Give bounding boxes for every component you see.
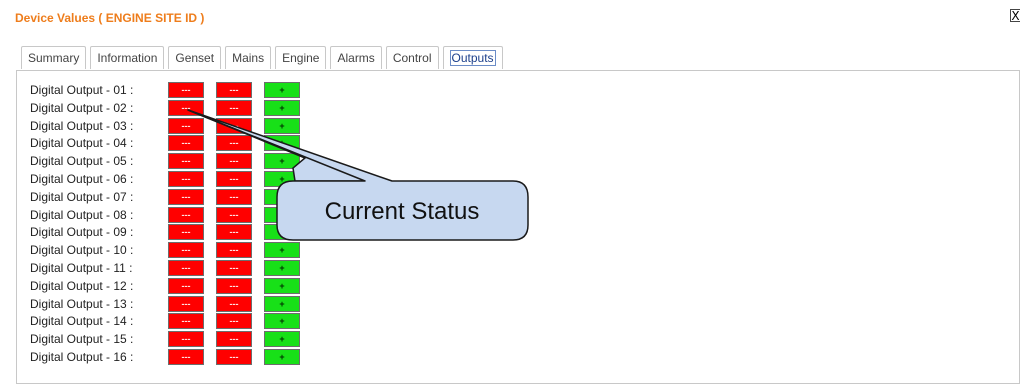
tab-bar: Summary Information Genset Mains Engine … — [21, 46, 507, 70]
output-state-off-1: --- — [168, 135, 204, 152]
output-state-on: + — [264, 259, 300, 276]
output-state-off-2: --- — [216, 242, 252, 259]
output-state-off-2: --- — [216, 188, 252, 205]
tab-mains[interactable]: Mains — [225, 46, 272, 69]
output-state-on: + — [264, 242, 300, 259]
output-state-off-1: --- — [168, 99, 204, 116]
output-label: Digital Output - 06 : — [30, 171, 134, 186]
output-state-off-1: --- — [168, 331, 204, 348]
output-state-off-2: --- — [216, 153, 252, 170]
output-state-on: + — [264, 153, 300, 170]
output-state-on: + — [264, 295, 300, 312]
output-state-on: + — [264, 313, 300, 330]
output-state-off-2: --- — [216, 277, 252, 294]
output-state-off-1: --- — [168, 224, 204, 241]
output-state-off-1: --- — [168, 153, 204, 170]
output-state-on: + — [264, 331, 300, 348]
callout-text: Current Status — [324, 198, 480, 225]
output-label: Digital Output - 02 : — [30, 100, 134, 115]
output-label: Digital Output - 14 : — [30, 314, 134, 329]
output-state-off-2: --- — [216, 259, 252, 276]
output-state-off-2: --- — [216, 224, 252, 241]
output-state-on: + — [264, 99, 300, 116]
output-label: Digital Output - 08 : — [30, 207, 134, 222]
tab-summary[interactable]: Summary — [21, 46, 87, 69]
output-state-off-1: --- — [168, 348, 204, 365]
output-state-off-1: --- — [168, 277, 204, 294]
output-state-off-1: --- — [168, 170, 204, 187]
output-state-off-1: --- — [168, 295, 204, 312]
output-label: Digital Output - 12 : — [30, 278, 134, 293]
output-state-off-1: --- — [168, 117, 204, 134]
output-state-off-1: --- — [168, 188, 204, 205]
output-label: Digital Output - 11 : — [30, 260, 133, 275]
output-state-off-1: --- — [168, 313, 204, 330]
output-state-on: + — [264, 82, 300, 98]
tab-genset[interactable]: Genset — [168, 46, 222, 69]
output-state-on: + — [264, 277, 300, 294]
output-state-off-2: --- — [216, 313, 252, 330]
tab-control[interactable]: Control — [385, 46, 439, 69]
output-state-off-2: --- — [216, 170, 252, 187]
output-label: Digital Output - 13 : — [30, 296, 134, 311]
output-state-on: + — [264, 348, 300, 365]
output-state-off-2: --- — [216, 82, 252, 98]
output-label: Digital Output - 03 : — [30, 118, 134, 133]
output-label: Digital Output - 15 : — [30, 332, 134, 347]
output-state-on: + — [264, 117, 300, 134]
output-state-on: + — [264, 135, 300, 152]
output-label: Digital Output - 09 : — [30, 225, 134, 240]
output-state-off-2: --- — [216, 206, 252, 223]
output-state-off-1: --- — [168, 259, 204, 276]
output-state-off-2: --- — [216, 99, 252, 116]
tab-outputs-label: Outputs — [449, 50, 496, 66]
tab-engine[interactable]: Engine — [275, 46, 327, 69]
window-title: Device Values ( ENGINE SITE ID ) — [15, 11, 205, 25]
output-state-off-2: --- — [216, 135, 252, 152]
output-label: Digital Output - 04 : — [30, 136, 134, 151]
output-state-off-2: --- — [216, 348, 252, 365]
output-state-off-2: --- — [216, 117, 252, 134]
tab-outputs[interactable]: Outputs — [442, 46, 503, 69]
tab-alarms[interactable]: Alarms — [330, 46, 382, 69]
tab-information[interactable]: Information — [90, 46, 165, 69]
output-label: Digital Output - 07 : — [30, 189, 134, 204]
output-label: Digital Output - 10 : — [30, 243, 134, 258]
output-state-off-2: --- — [216, 295, 252, 312]
output-label: Digital Output - 01 : — [30, 83, 134, 97]
close-button[interactable]: X — [1010, 9, 1020, 22]
output-state-off-1: --- — [168, 242, 204, 259]
output-state-off-1: --- — [168, 82, 204, 98]
output-label: Digital Output - 16 : — [30, 349, 134, 364]
output-label: Digital Output - 05 : — [30, 154, 134, 169]
output-state-off-2: --- — [216, 331, 252, 348]
output-state-off-1: --- — [168, 206, 204, 223]
